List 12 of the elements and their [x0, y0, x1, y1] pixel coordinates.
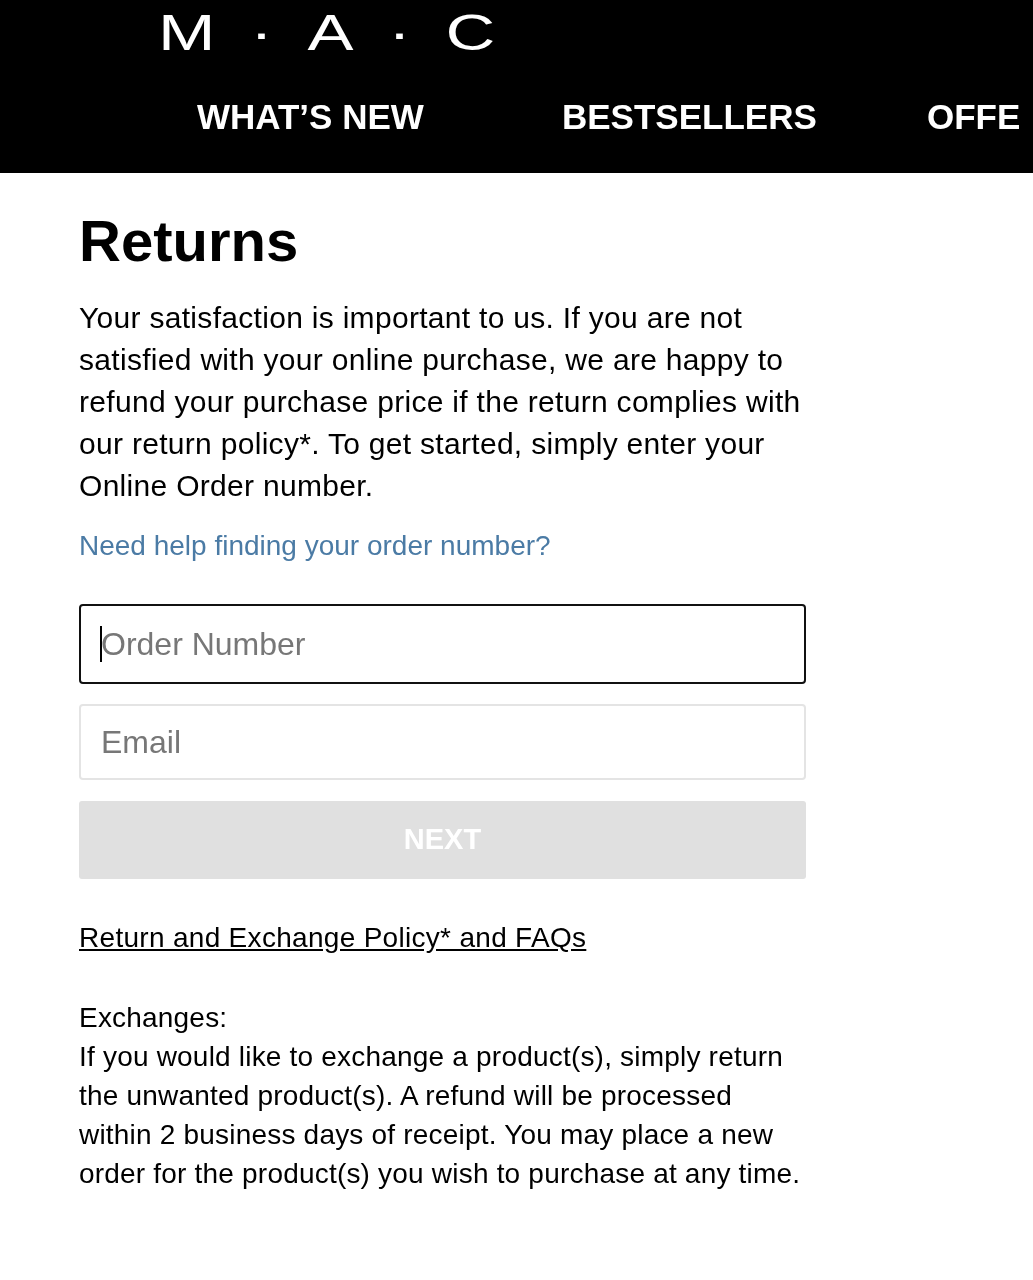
nav-link[interactable]: OFFE — [927, 92, 1021, 142]
help-link[interactable]: Need help finding your order number? — [79, 529, 551, 563]
nav-link[interactable]: BESTSELLERS — [562, 92, 817, 142]
order-number-field[interactable]: Order Number — [79, 604, 806, 684]
policy-link[interactable]: Return and Exchange Policy* and FAQs — [79, 921, 587, 955]
email-field[interactable]: Email — [79, 704, 806, 780]
exchanges-heading: Exchanges: — [79, 1001, 229, 1035]
brand-logo[interactable]: M·A·C — [158, 8, 530, 58]
page-title: Returns — [79, 209, 300, 273]
nav-link[interactable]: WHAT’S NEW — [197, 92, 424, 142]
intro-text: Your satisfaction is important to us. If you are not satisfied with your online purchase, we are happy to refund your purchase price if the return complies with our return policy*. To get started, simply enter your Online Order number. — [79, 300, 802, 504]
exchanges-text: If you would like to exchange a product(s), simply return the unwanted product(s). A refund will be processed within 2 business days of receipt. You may place a new order for the product(s) you wish to purchase at any time. — [79, 1040, 802, 1191]
